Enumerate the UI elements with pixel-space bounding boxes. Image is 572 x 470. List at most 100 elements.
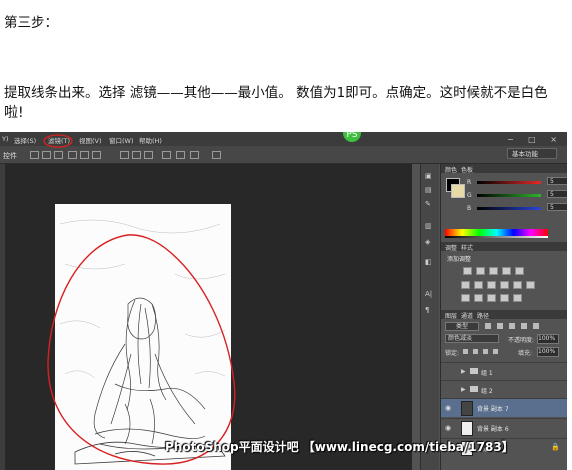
posterize-icon[interactable]	[474, 294, 483, 302]
align-icon[interactable]	[30, 151, 39, 159]
lock-icon: 🔒	[551, 443, 560, 451]
channel-label-r: R	[467, 179, 472, 186]
channel-label-b: B	[467, 205, 472, 212]
tab-styles[interactable]: 样式	[461, 243, 473, 252]
layer-row[interactable]: ◉ 背景 副本 6	[441, 418, 567, 437]
black-white-icon[interactable]	[487, 281, 496, 289]
expand-arrow-icon[interactable]: ▶	[461, 368, 466, 375]
value-b[interactable]: 5	[547, 203, 567, 211]
vibrance-icon[interactable]	[515, 267, 524, 275]
menu-item-filter[interactable]: 滤镜(T)	[48, 135, 70, 145]
layer-name: 背景 副本 7	[477, 406, 509, 413]
exposure-icon[interactable]	[502, 267, 511, 275]
tab-color[interactable]: 颜色	[445, 165, 457, 174]
layer-filter-select[interactable]: 类型	[445, 322, 479, 331]
brush-preset-icon[interactable]: ▥	[425, 222, 435, 230]
ps-menu-bar: Y) 选择(S) 滤镜(T) 视图(V) 窗口(W) 帮助(H) − □ ×	[0, 132, 567, 146]
eye-icon[interactable]: ◉	[445, 424, 451, 432]
properties-icon[interactable]: ▤	[425, 186, 435, 194]
layer-filter-icons[interactable]	[485, 323, 545, 329]
slider-r[interactable]	[477, 181, 541, 184]
grayscale-ramp[interactable]	[445, 236, 548, 238]
curves-icon[interactable]	[489, 267, 498, 275]
distribute-icon[interactable]	[176, 151, 185, 159]
workspace-select[interactable]: 基本功能	[507, 148, 557, 159]
distribute-icon[interactable]	[132, 151, 141, 159]
layer-row-selected[interactable]: ◉ 背景 副本 7	[441, 398, 567, 417]
align-icon[interactable]	[68, 151, 77, 159]
info-icon[interactable]: ◧	[425, 258, 435, 266]
visibility-toggle-icon[interactable]: □	[445, 386, 452, 394]
opacity-value[interactable]: 100%	[537, 334, 559, 344]
channel-label-g: G	[467, 192, 472, 199]
history-icon[interactable]: ▣	[425, 172, 435, 180]
layer-row[interactable]: □ ▶ 组 2	[441, 380, 567, 399]
menu-item-window[interactable]: 窗口(W)	[109, 135, 134, 145]
distribute-icon[interactable]	[120, 151, 129, 159]
layer-filter-label: 类型	[456, 323, 469, 330]
menu-item-help[interactable]: 帮助(H)	[139, 135, 162, 145]
distribute-icon[interactable]	[144, 151, 153, 159]
gradient-map-icon[interactable]	[500, 294, 509, 302]
fill-value[interactable]: 100%	[537, 347, 559, 357]
layer-name: 背景 副本 6	[477, 426, 509, 433]
threshold-icon[interactable]	[487, 294, 496, 302]
align-icon[interactable]	[54, 151, 63, 159]
character-icon[interactable]: A|	[425, 290, 435, 298]
layer-thumbnail	[461, 421, 473, 436]
tab-adjustments[interactable]: 调整	[445, 243, 457, 252]
instruction-line-1: 提取线条出来。选择 滤镜——其他——最小值。 数值为1即可。点确定。这时候就不是…	[4, 85, 548, 101]
paragraph-icon[interactable]: ¶	[425, 306, 435, 314]
clone-source-icon[interactable]: ◈	[425, 238, 435, 246]
selective-color-icon[interactable]	[513, 294, 522, 302]
distribute-icon[interactable]	[212, 151, 221, 159]
opacity-label: 不透明度:	[508, 337, 535, 344]
lock-label: 锁定:	[445, 350, 460, 357]
value-r[interactable]: 5	[547, 177, 567, 185]
lock-icons[interactable]	[463, 349, 503, 354]
visibility-toggle-icon[interactable]: □	[445, 368, 452, 376]
eye-icon[interactable]: ◉	[445, 404, 451, 412]
adjustments-panel-tabs: 调整 样式	[441, 242, 567, 252]
layer-thumbnail	[461, 401, 473, 416]
color-spectrum[interactable]	[445, 229, 548, 236]
background-color-swatch[interactable]	[451, 184, 465, 198]
distribute-icon[interactable]	[190, 151, 199, 159]
tab-paths[interactable]: 路径	[477, 311, 489, 320]
align-icon[interactable]	[42, 151, 51, 159]
brightness-icon[interactable]	[463, 267, 472, 275]
menu-item-select[interactable]: 选择(S)	[14, 135, 36, 145]
slider-g[interactable]	[477, 194, 541, 197]
options-label: 控件	[3, 152, 17, 160]
instruction-line-2: 啦!	[4, 105, 24, 121]
value-g[interactable]: 5	[547, 190, 567, 198]
menu-item-image[interactable]: Y)	[2, 135, 9, 143]
align-icon[interactable]	[80, 151, 89, 159]
folder-icon	[470, 368, 478, 374]
layer-name: 组 1	[481, 370, 493, 377]
layer-row[interactable]: □ ▶ 组 1	[441, 362, 567, 381]
photo-filter-icon[interactable]	[500, 281, 509, 289]
folder-icon	[470, 386, 478, 392]
slider-b[interactable]	[477, 207, 541, 210]
expand-arrow-icon[interactable]: ▶	[461, 386, 466, 393]
distribute-icon[interactable]	[162, 151, 171, 159]
align-icon[interactable]	[92, 151, 101, 159]
options-bar: 控件 基本功能	[0, 146, 567, 164]
brush-icon[interactable]: ✎	[425, 200, 435, 208]
color-balance-icon[interactable]	[474, 281, 483, 289]
invert-icon[interactable]	[461, 294, 470, 302]
menu-item-view[interactable]: 视图(V)	[79, 135, 102, 145]
watermark: PhotoShop平面设计吧 【www.linecg.com/tieba/178…	[165, 440, 514, 454]
tab-layers[interactable]: 图层	[445, 311, 457, 320]
color-panel-tabs: 颜色 色板	[441, 164, 567, 174]
color-lookup-icon[interactable]	[526, 281, 535, 289]
blend-mode-select[interactable]: 颜色减淡	[445, 334, 499, 343]
tab-swatches[interactable]: 色板	[461, 165, 473, 174]
window-controls[interactable]: − □ ×	[507, 135, 563, 144]
channel-mixer-icon[interactable]	[513, 281, 522, 289]
levels-icon[interactable]	[476, 267, 485, 275]
document-canvas[interactable]	[55, 204, 231, 470]
hue-saturation-icon[interactable]	[461, 281, 470, 289]
tab-channels[interactable]: 通道	[461, 311, 473, 320]
